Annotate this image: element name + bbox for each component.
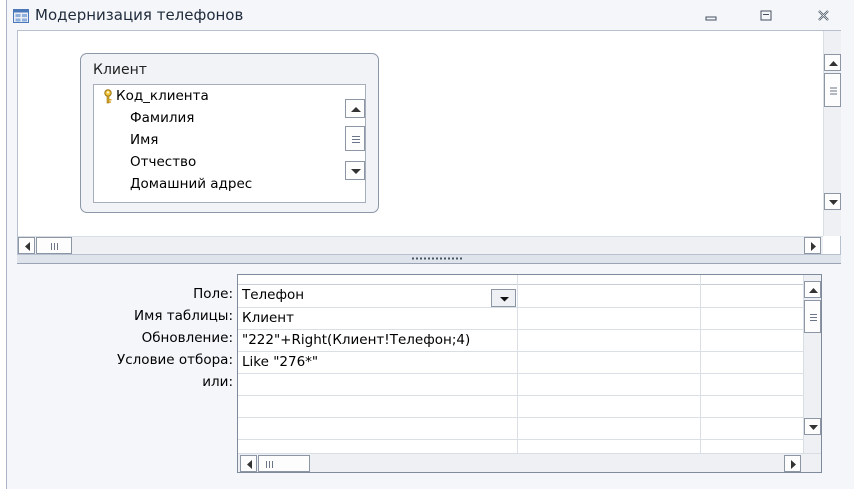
grid-hscrollbar[interactable] <box>238 453 821 472</box>
cell-criteria[interactable]: Like "276*" <box>242 354 318 370</box>
field-item-id[interactable]: Код_клиента <box>94 86 344 108</box>
title-bar[interactable]: Модернизация телефонов <box>7 0 854 30</box>
table-design-pane: Клиент Код_клиента Фамилия Имя Отчество … <box>17 30 841 255</box>
grid-header-line <box>238 284 803 285</box>
scroll-thumb[interactable] <box>345 126 365 151</box>
grid-vscrollbar[interactable] <box>803 275 821 453</box>
grip-icon <box>810 314 817 321</box>
scroll-up-button[interactable] <box>824 54 841 71</box>
arrow-right-icon <box>811 242 816 251</box>
field-label: Фамилия <box>130 110 195 126</box>
arrow-right-icon <box>791 460 796 469</box>
key-icon <box>104 89 112 104</box>
grip-icon <box>352 136 360 143</box>
scroll-up-button[interactable] <box>345 99 365 118</box>
query-icon <box>13 9 29 23</box>
scroll-right-button[interactable] <box>784 455 801 472</box>
scroll-right-button[interactable] <box>804 237 821 254</box>
row-label-criteria: Условие отбора: <box>117 352 233 368</box>
arrow-left-icon <box>247 460 252 469</box>
grid-row-line <box>238 439 803 440</box>
window-title: Модернизация телефонов <box>35 6 244 24</box>
table-box-client[interactable]: Клиент Код_клиента Фамилия Имя Отчество … <box>80 53 379 213</box>
scroll-thumb[interactable] <box>36 237 72 254</box>
arrow-down-icon <box>809 425 818 430</box>
field-label: Отчество <box>130 154 197 170</box>
query-window: Модернизация телефонов Клиент Код_клиент… <box>6 0 854 489</box>
field-dropdown-button[interactable] <box>491 289 516 307</box>
splitter-grip-icon <box>412 257 464 260</box>
row-label-update: Обновление: <box>141 330 233 346</box>
scroll-down-button[interactable] <box>804 418 821 435</box>
row-label-field: Поле: <box>193 286 233 302</box>
row-label-table: Имя таблицы: <box>134 308 233 324</box>
arrow-down-icon <box>829 200 838 205</box>
scroll-thumb[interactable] <box>804 300 821 333</box>
pane-splitter[interactable] <box>17 255 841 264</box>
field-item[interactable]: Фамилия <box>94 108 344 130</box>
grip-icon <box>51 243 58 250</box>
grip-icon <box>830 87 837 95</box>
grid-column-line <box>517 275 518 453</box>
arrow-up-icon <box>829 61 838 66</box>
close-icon <box>818 10 829 21</box>
cell-update[interactable]: "222"+Right(Клиент!Телефон;4) <box>242 332 470 348</box>
cell-table[interactable]: Клиент <box>242 310 294 326</box>
grid-column-line <box>700 275 701 453</box>
field-list[interactable]: Код_клиента Фамилия Имя Отчество Домашни… <box>93 84 366 203</box>
row-label-or: или: <box>202 374 233 390</box>
grid-row-line <box>238 395 803 396</box>
design-pane-hscrollbar[interactable] <box>18 236 823 254</box>
arrow-left-icon <box>25 242 30 251</box>
scroll-down-button[interactable] <box>345 161 365 180</box>
query-design-grid[interactable]: Телефон Клиент "222"+Right(Клиент!Телефо… <box>237 274 822 473</box>
field-label: Код_клиента <box>116 88 209 104</box>
query-grid-pane: Поле: Имя таблицы: Обновление: Условие о… <box>7 265 849 489</box>
grid-row-line <box>238 307 803 308</box>
scroll-left-button[interactable] <box>240 455 257 472</box>
scroll-up-button[interactable] <box>804 281 821 298</box>
arrow-up-icon <box>351 107 361 112</box>
restore-button[interactable] <box>755 6 777 26</box>
field-item[interactable]: Отчество <box>94 152 344 174</box>
minimize-icon <box>705 16 717 21</box>
grid-row-line <box>238 351 803 352</box>
scroll-thumb[interactable] <box>258 455 310 472</box>
scroll-thumb[interactable] <box>824 73 841 107</box>
field-list-scrollbar[interactable] <box>344 85 365 202</box>
field-item[interactable]: Имя <box>94 130 344 152</box>
arrow-down-icon <box>351 169 361 174</box>
grip-icon <box>266 461 273 468</box>
design-pane-vscrollbar[interactable] <box>823 31 841 236</box>
grid-row-line <box>238 417 803 418</box>
field-label: Имя <box>130 132 159 148</box>
field-label: Домашний адрес <box>130 176 253 192</box>
field-item[interactable]: Домашний адрес <box>94 174 344 196</box>
close-button[interactable] <box>813 6 835 26</box>
scroll-left-button[interactable] <box>18 237 35 254</box>
arrow-up-icon <box>809 288 818 293</box>
scroll-down-button[interactable] <box>824 193 841 210</box>
grid-row-line <box>238 329 803 330</box>
cell-field[interactable]: Телефон <box>242 287 304 303</box>
chevron-down-icon <box>500 297 509 302</box>
table-box-title: Клиент <box>93 62 147 78</box>
grid-row-line <box>238 373 803 374</box>
restore-icon <box>760 10 772 21</box>
minimize-button[interactable] <box>700 6 722 26</box>
